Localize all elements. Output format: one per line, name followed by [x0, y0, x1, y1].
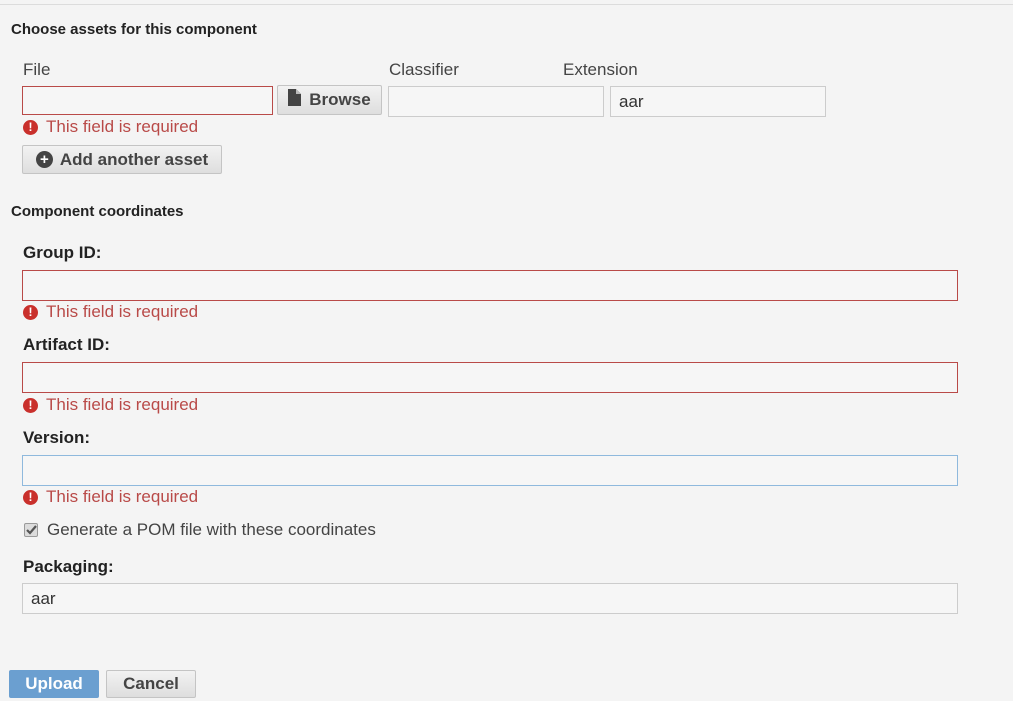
- browse-button[interactable]: Browse: [277, 85, 382, 115]
- artifact-id-input[interactable]: [22, 362, 958, 393]
- checkmark-icon: [25, 525, 37, 535]
- group-id-label: Group ID:: [23, 243, 102, 262]
- extension-column-label: Extension: [563, 60, 638, 79]
- version-label: Version:: [23, 428, 91, 447]
- upload-button[interactable]: Upload: [9, 670, 99, 698]
- version-error: ! This field is required: [23, 487, 198, 507]
- exclamation-circle-icon: !: [23, 489, 38, 505]
- generate-pom-row[interactable]: Generate a POM file with these coordinat…: [24, 520, 376, 540]
- add-asset-label: Add another asset: [59, 149, 209, 169]
- browse-label: Browse: [309, 90, 371, 109]
- version-error-text: This field is required: [46, 487, 199, 506]
- extension-input[interactable]: [610, 86, 826, 117]
- group-id-input[interactable]: [22, 270, 958, 301]
- classifier-input[interactable]: [388, 86, 604, 117]
- top-divider: [0, 4, 1013, 5]
- generate-pom-checkbox[interactable]: [24, 523, 38, 537]
- classifier-column-label: Classifier: [389, 60, 459, 79]
- add-another-asset-button[interactable]: + Add another asset: [22, 145, 222, 174]
- group-id-error-text: This field is required: [46, 302, 199, 321]
- cancel-button[interactable]: Cancel: [106, 670, 196, 698]
- file-column-label: File: [23, 60, 51, 79]
- generate-pom-label: Generate a POM file with these coordinat…: [47, 520, 376, 539]
- artifact-id-label: Artifact ID:: [23, 335, 110, 354]
- packaging-label: Packaging:: [23, 557, 114, 576]
- artifact-id-error-text: This field is required: [46, 395, 199, 414]
- file-icon: [288, 89, 302, 111]
- file-input[interactable]: [22, 86, 273, 115]
- exclamation-circle-icon: !: [23, 304, 38, 320]
- artifact-id-error: ! This field is required: [23, 395, 198, 415]
- plus-circle-icon: +: [35, 151, 53, 168]
- coordinates-section-title: Component coordinates: [11, 203, 184, 220]
- exclamation-circle-icon: !: [23, 119, 38, 135]
- file-error-text: This field is required: [46, 117, 199, 136]
- version-input[interactable]: [22, 455, 958, 486]
- exclamation-circle-icon: !: [23, 397, 38, 413]
- group-id-error: ! This field is required: [23, 302, 198, 322]
- assets-section-title: Choose assets for this component: [11, 21, 257, 38]
- file-error: ! This field is required: [23, 117, 198, 137]
- packaging-input[interactable]: [22, 583, 958, 614]
